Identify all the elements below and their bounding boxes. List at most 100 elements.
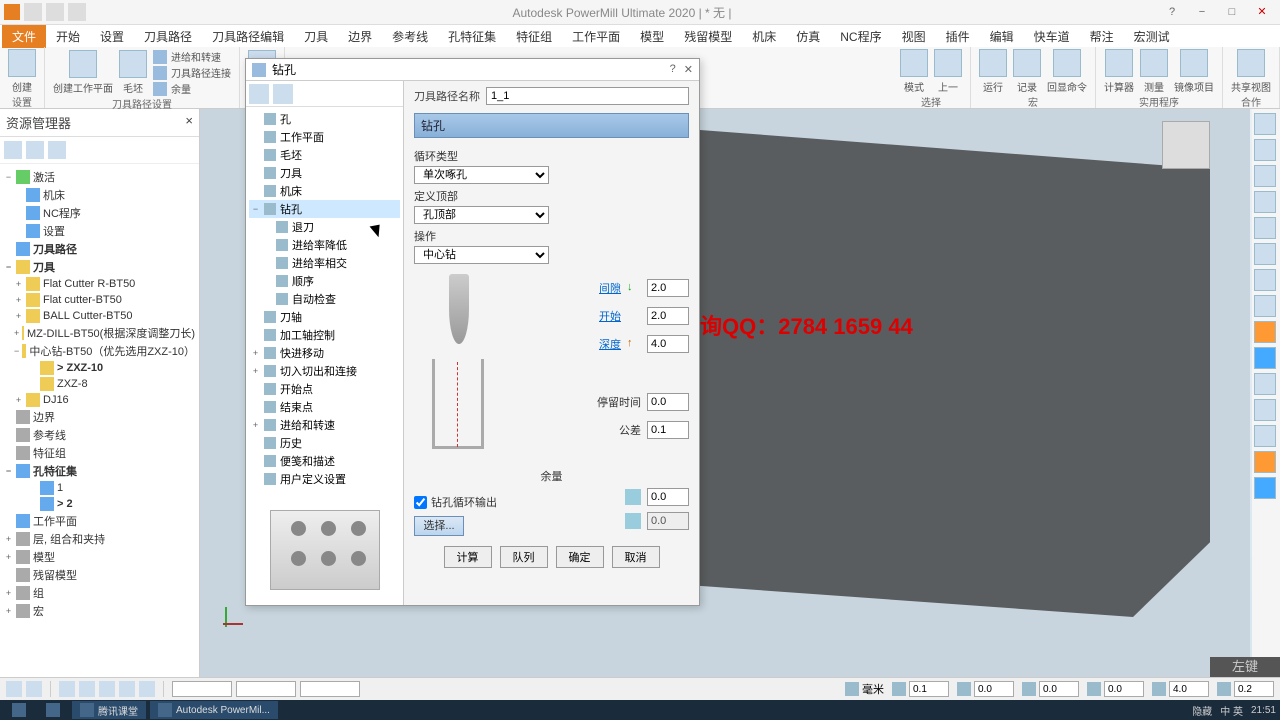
tree-item[interactable]: +Flat cutter-BT50 bbox=[2, 292, 197, 308]
tree-item[interactable]: 机床 bbox=[2, 186, 197, 204]
status-icon[interactable] bbox=[99, 681, 115, 697]
task-item[interactable]: 腾讯课堂 bbox=[72, 701, 146, 719]
menu-tab[interactable]: 编辑 bbox=[980, 25, 1024, 48]
menu-tab[interactable]: 参考线 bbox=[382, 25, 438, 48]
tree-item[interactable]: 边界 bbox=[2, 408, 197, 426]
status-field-input[interactable] bbox=[1104, 681, 1144, 697]
dialog-tree-item[interactable]: 历史 bbox=[249, 434, 400, 452]
explorer-button[interactable] bbox=[38, 701, 68, 719]
field-icon[interactable] bbox=[957, 682, 971, 696]
tree-item[interactable]: +BALL Cutter-BT50 bbox=[2, 308, 197, 324]
menu-tab[interactable]: 设置 bbox=[90, 25, 134, 48]
view-tool-icon[interactable] bbox=[1254, 191, 1276, 213]
dialog-tree-item[interactable]: 开始点 bbox=[249, 380, 400, 398]
cycle-type-select[interactable]: 单次啄孔 bbox=[414, 166, 549, 184]
thickness-input-1[interactable] bbox=[647, 488, 689, 506]
ribbon-record[interactable]: 记录 bbox=[1013, 49, 1041, 94]
view-tool-icon[interactable] bbox=[1254, 113, 1276, 135]
cursor-icon[interactable] bbox=[1254, 477, 1276, 499]
tree-item[interactable]: −刀具 bbox=[2, 258, 197, 276]
start-button[interactable] bbox=[4, 701, 34, 719]
ribbon-thickness[interactable]: 余量 bbox=[153, 81, 231, 96]
expand-icon[interactable] bbox=[4, 141, 22, 159]
wireframe-icon[interactable] bbox=[1254, 347, 1276, 369]
tree-item[interactable]: +层, 组合和夹持 bbox=[2, 530, 197, 548]
tree-item[interactable]: 残留模型 bbox=[2, 566, 197, 584]
view-tool-icon[interactable] bbox=[1254, 373, 1276, 395]
depth-label[interactable]: 深度 bbox=[599, 336, 621, 352]
status-field-input[interactable] bbox=[974, 681, 1014, 697]
tree-item[interactable]: +DJ16 bbox=[2, 392, 197, 408]
dialog-tree-item[interactable]: 便笺和描述 bbox=[249, 452, 400, 470]
tree-item[interactable]: +Flat Cutter R-BT50 bbox=[2, 276, 197, 292]
tree-item[interactable]: +组 bbox=[2, 584, 197, 602]
tree-item[interactable]: > 2 bbox=[2, 496, 197, 512]
arrow-icon[interactable] bbox=[1254, 451, 1276, 473]
view-toggle-icon[interactable] bbox=[249, 84, 269, 104]
depth-input[interactable] bbox=[647, 335, 689, 353]
ribbon-stock[interactable]: 毛坯 bbox=[119, 50, 147, 95]
status-icon[interactable] bbox=[79, 681, 95, 697]
status-field-input[interactable] bbox=[1234, 681, 1274, 697]
menu-tab[interactable]: 刀具路径 bbox=[134, 25, 202, 48]
globe-icon[interactable] bbox=[26, 141, 44, 159]
tree-item[interactable]: 特征组 bbox=[2, 444, 197, 462]
dialog-tree-item[interactable]: 刀具 bbox=[249, 164, 400, 182]
dialog-tree-item[interactable]: 自动检查 bbox=[249, 290, 400, 308]
menu-tab[interactable]: 插件 bbox=[936, 25, 980, 48]
menu-tab[interactable]: 模型 bbox=[630, 25, 674, 48]
thickness-input-2[interactable] bbox=[647, 512, 689, 530]
status-input[interactable] bbox=[172, 681, 232, 697]
tray-text[interactable]: 隐藏 bbox=[1192, 703, 1212, 718]
view-tool-icon[interactable] bbox=[1254, 165, 1276, 187]
tree-item[interactable]: +模型 bbox=[2, 548, 197, 566]
thickness-icon[interactable] bbox=[625, 489, 641, 505]
status-field-input[interactable] bbox=[1169, 681, 1209, 697]
status-icon[interactable] bbox=[6, 681, 22, 697]
dialog-tree-item[interactable]: −钻孔 bbox=[249, 200, 400, 218]
tree-item[interactable]: 工作平面 bbox=[2, 512, 197, 530]
menu-tab[interactable]: 边界 bbox=[338, 25, 382, 48]
tree-item[interactable]: NC程序 bbox=[2, 204, 197, 222]
dialog-tree-item[interactable]: 进给率降低 bbox=[249, 236, 400, 254]
operation-select[interactable]: 中心钻 bbox=[414, 246, 549, 264]
tree-item[interactable]: 1 bbox=[2, 480, 197, 496]
field-icon[interactable] bbox=[1217, 682, 1231, 696]
view-toggle-icon[interactable] bbox=[273, 84, 293, 104]
status-input[interactable] bbox=[300, 681, 360, 697]
view-cube[interactable] bbox=[1162, 121, 1210, 169]
cancel-button[interactable]: 取消 bbox=[612, 546, 660, 568]
tree-item[interactable]: −激活 bbox=[2, 168, 197, 186]
qat-save-icon[interactable] bbox=[24, 3, 42, 21]
dialog-tree-item[interactable]: 结束点 bbox=[249, 398, 400, 416]
ok-button[interactable]: 确定 bbox=[556, 546, 604, 568]
qat-undo-icon[interactable] bbox=[46, 3, 64, 21]
menu-tab[interactable]: 刀具 bbox=[294, 25, 338, 48]
ime-indicator[interactable]: 中 英 bbox=[1220, 703, 1243, 718]
status-field-input[interactable] bbox=[1039, 681, 1079, 697]
tree-item[interactable]: 参考线 bbox=[2, 426, 197, 444]
ribbon-mirror[interactable]: 镜像项目 bbox=[1174, 49, 1214, 94]
menu-tab[interactable]: 特征组 bbox=[506, 25, 562, 48]
field-icon[interactable] bbox=[1087, 682, 1101, 696]
status-icon[interactable] bbox=[119, 681, 135, 697]
dialog-tree-item[interactable]: +切入切出和连接 bbox=[249, 362, 400, 380]
menu-tab[interactable]: 工作平面 bbox=[562, 25, 630, 48]
menu-tab[interactable]: 仿真 bbox=[786, 25, 830, 48]
queue-button[interactable]: 队列 bbox=[500, 546, 548, 568]
tolerance-icon[interactable] bbox=[892, 682, 906, 696]
clearance-input[interactable] bbox=[647, 279, 689, 297]
view-tool-icon[interactable] bbox=[1254, 425, 1276, 447]
menu-tab[interactable]: NC程序 bbox=[830, 25, 891, 48]
start-input[interactable] bbox=[647, 307, 689, 325]
dialog-close-icon[interactable]: ✕ bbox=[684, 63, 693, 76]
view-tool-icon[interactable] bbox=[1254, 139, 1276, 161]
ribbon-run[interactable]: 运行 bbox=[979, 49, 1007, 94]
tree-item[interactable]: 刀具路径 bbox=[2, 240, 197, 258]
start-label[interactable]: 开始 bbox=[599, 308, 621, 324]
unit-icon[interactable] bbox=[845, 682, 859, 696]
field-icon[interactable] bbox=[1022, 682, 1036, 696]
dialog-tree-item[interactable]: +快进移动 bbox=[249, 344, 400, 362]
menu-tab[interactable]: 宏测试 bbox=[1124, 25, 1180, 48]
view-tool-icon[interactable] bbox=[1254, 295, 1276, 317]
